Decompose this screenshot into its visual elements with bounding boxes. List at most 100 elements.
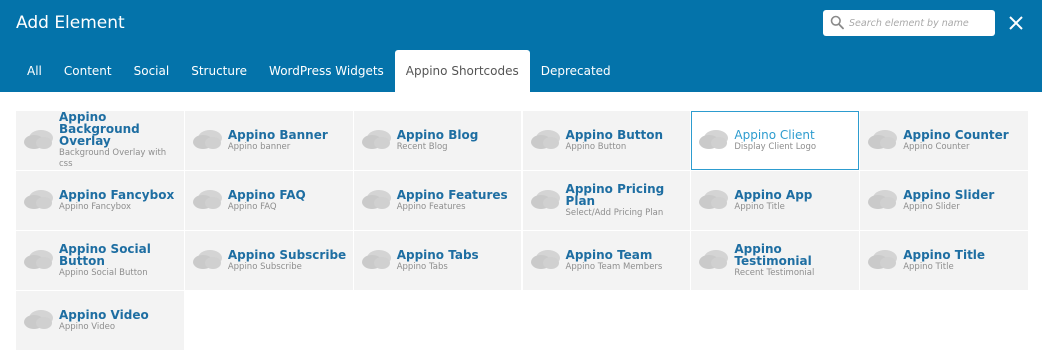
element-card[interactable]: Appino Blog Recent Blog: [353, 111, 522, 170]
element-name: Appino Social Button: [59, 241, 151, 268]
modal-title: Add Element: [16, 13, 125, 33]
element-name: Appino Slider: [903, 187, 995, 202]
element-card[interactable]: Appino Subscribe Appino Subscribe: [184, 231, 353, 290]
element-name: Appino Team: [565, 247, 653, 262]
element-name: Appino App: [734, 187, 813, 202]
element-card[interactable]: Appino Fancybox Appino Fancybox: [16, 171, 184, 230]
element-card[interactable]: Appino Video Appino Video: [16, 291, 184, 350]
element-card[interactable]: Appino Banner Appino banner: [184, 111, 353, 170]
category-tabs: All Content Social Structure WordPress Widge…: [16, 50, 622, 92]
element-description: Appino Team Members: [565, 261, 663, 272]
element-texts: Appino Banner Appino banner: [228, 111, 347, 170]
element-description: Background Overlay with css: [59, 148, 167, 169]
element-texts: Appino Tabs Appino Tabs: [397, 231, 516, 290]
element-name: Appino Testimonial: [734, 241, 812, 268]
element-card[interactable]: Appino Testimonial Recent Testimonial: [691, 231, 860, 290]
element-card[interactable]: Appino Background Overlay Background Over…: [16, 111, 184, 170]
element-description: Appino Features: [396, 201, 466, 212]
element-description: Appino Slider: [903, 201, 960, 212]
element-name: Appino Banner: [227, 127, 328, 142]
element-texts: Appino Features Appino Features: [397, 171, 516, 230]
element-texts: Appino Button Appino Button: [566, 111, 685, 170]
element-card[interactable]: Appino Button Appino Button: [522, 111, 691, 170]
element-name: Appino Features: [396, 187, 508, 202]
tab-social[interactable]: Social: [123, 50, 181, 92]
element-icon: [868, 249, 898, 275]
element-icon: [361, 129, 392, 155]
element-name: Appino Tabs: [396, 247, 479, 262]
tab-deprecated[interactable]: Deprecated: [530, 50, 622, 92]
element-texts: Appino Slider Appino Slider: [903, 171, 1022, 230]
element-card[interactable]: Appino Title Appino Title: [860, 231, 1028, 290]
element-description: Recent Blog: [396, 141, 448, 152]
element-card[interactable]: Appino App Appino Title: [691, 171, 860, 230]
element-description: Appino Subscribe: [227, 261, 302, 272]
element-icon: [868, 189, 898, 215]
element-description: Appino Fancybox: [59, 201, 132, 212]
element-texts: Appino Client Display Client Logo: [734, 111, 853, 170]
element-card[interactable]: Appino Features Appino Features: [353, 171, 522, 230]
element-description: Appino Title: [734, 201, 785, 212]
element-icon: [530, 189, 561, 215]
element-name: Appino Background Overlay: [59, 111, 140, 148]
element-description: Appino banner: [227, 141, 291, 152]
element-texts: Appino Video Appino Video: [59, 291, 178, 350]
element-icon: [24, 249, 54, 275]
element-texts: Appino Team Appino Team Members: [566, 231, 685, 290]
element-card[interactable]: Appino Pricing Plan Select/Add Pricing Pl…: [522, 171, 691, 230]
element-grid: Appino Background Overlay Background Over…: [16, 111, 1028, 350]
tab-content[interactable]: Content: [53, 50, 123, 92]
element-icon: [192, 129, 223, 155]
element-description: Appino Social Button: [59, 267, 148, 278]
search-box[interactable]: [823, 10, 995, 36]
element-icon: [699, 249, 729, 275]
tab-all[interactable]: All: [16, 50, 53, 92]
element-card[interactable]: Appino Social Button Appino Social Button: [16, 231, 184, 290]
element-card[interactable]: Appino Team Appino Team Members: [522, 231, 691, 290]
element-name: Appino Pricing Plan: [565, 181, 665, 208]
element-icon: [192, 249, 223, 275]
element-name: Appino Client: [734, 127, 815, 142]
element-texts: Appino Subscribe Appino Subscribe: [228, 231, 347, 290]
element-icon: [699, 129, 729, 155]
tab-wordpress-widgets[interactable]: WordPress Widgets: [258, 50, 395, 92]
element-description: Appino Tabs: [396, 261, 448, 272]
tab-appino-shortcodes[interactable]: Appino Shortcodes: [394, 50, 530, 92]
element-texts: Appino Social Button Appino Social Button: [59, 231, 178, 290]
element-name: Appino FAQ: [227, 187, 306, 202]
element-card[interactable]: Appino Counter Appino Counter: [860, 111, 1028, 170]
element-icon: [361, 189, 392, 215]
element-icon: [24, 309, 54, 335]
element-texts: Appino Background Overlay Background Over…: [59, 111, 178, 170]
element-icon: [361, 249, 392, 275]
element-name: Appino Counter: [903, 127, 1009, 142]
element-texts: Appino App Appino Title: [734, 171, 853, 230]
element-description: Display Client Logo: [734, 141, 817, 152]
search-input[interactable]: [849, 10, 989, 36]
element-description: Appino Button: [565, 141, 627, 152]
element-name: Appino Video: [59, 307, 149, 322]
element-card[interactable]: Appino Client Display Client Logo: [691, 111, 860, 170]
element-description: Appino Video: [59, 321, 116, 332]
element-icon: [868, 129, 898, 155]
element-name: Appino Title: [903, 247, 986, 262]
element-texts: Appino Pricing Plan Select/Add Pricing Pl…: [566, 171, 685, 230]
element-description: Appino Counter: [903, 141, 970, 152]
close-icon[interactable]: [1006, 13, 1026, 33]
element-icon: [24, 129, 54, 155]
element-name: Appino Subscribe: [227, 247, 347, 262]
element-name: Appino Button: [565, 127, 664, 142]
search-icon: [830, 15, 844, 30]
element-name: Appino Blog: [396, 127, 479, 142]
element-card[interactable]: Appino Slider Appino Slider: [860, 171, 1028, 230]
element-texts: Appino Blog Recent Blog: [397, 111, 516, 170]
element-texts: Appino Title Appino Title: [903, 231, 1022, 290]
tab-structure[interactable]: Structure: [180, 50, 258, 92]
element-card[interactable]: Appino Tabs Appino Tabs: [353, 231, 522, 290]
element-texts: Appino Fancybox Appino Fancybox: [59, 171, 178, 230]
element-card[interactable]: Appino FAQ Appino FAQ: [184, 171, 353, 230]
element-icon: [530, 129, 561, 155]
element-icon: [24, 189, 54, 215]
element-icon: [530, 249, 561, 275]
element-icon: [192, 189, 223, 215]
